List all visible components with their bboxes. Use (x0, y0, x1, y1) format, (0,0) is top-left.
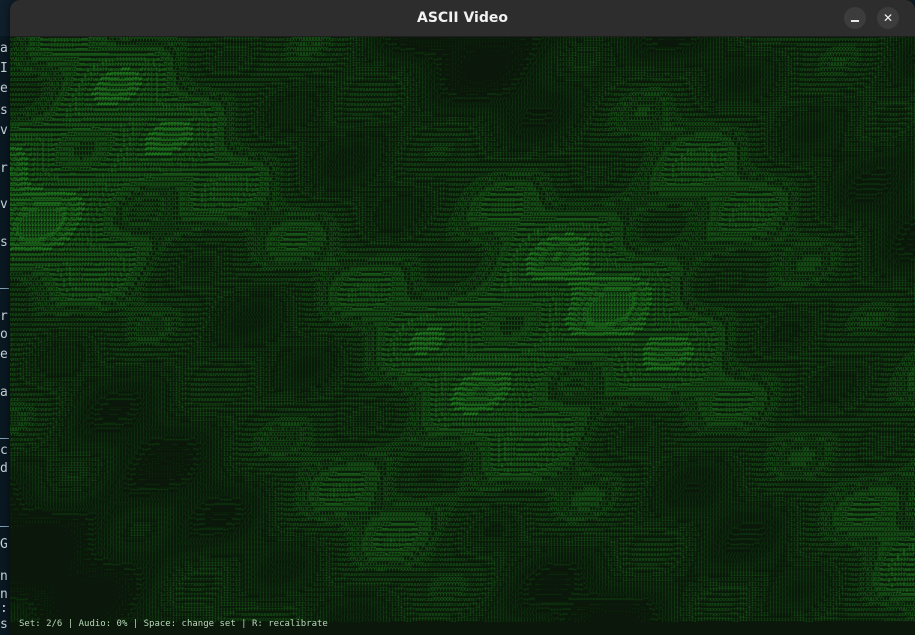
bg-letter: r (0, 161, 8, 176)
minimize-icon (851, 20, 859, 22)
bg-letter: c (0, 443, 8, 458)
title-bar[interactable]: ASCII Video ✕ (10, 0, 915, 37)
background-text-strip: a I e s v r v s r o e a c d G n n : s (0, 36, 10, 635)
bg-letter: s (0, 235, 8, 250)
bg-letter: d (0, 461, 8, 476)
ascii-video-frame (10, 37, 915, 635)
bg-letter: n (0, 569, 8, 584)
bg-letter: r (0, 309, 8, 324)
bg-divider (0, 288, 9, 289)
bg-letter: G (0, 537, 8, 552)
minimize-button[interactable] (844, 7, 866, 29)
close-icon: ✕ (882, 11, 894, 25)
bg-letter: o (0, 327, 8, 342)
bg-letter: s (0, 103, 8, 118)
window-title: ASCII Video (416, 10, 508, 26)
ascii-art-canvas (10, 37, 915, 635)
bg-letter: a (0, 385, 8, 400)
bg-letter: s (0, 617, 8, 632)
bg-letter: v (0, 197, 8, 212)
close-button[interactable]: ✕ (877, 7, 899, 29)
bg-letter: e (0, 81, 8, 96)
status-bar: Set: 2/6 | Audio: 0% | Space: change set… (19, 619, 328, 629)
bg-letter: v (0, 123, 8, 138)
bg-letter: I (0, 61, 8, 76)
bg-letter: : (0, 601, 8, 616)
ascii-video-window: ASCII Video ✕ Set: 2/6 | Audio: 0% | Spa… (10, 0, 915, 635)
bg-letter: n (0, 587, 8, 602)
bg-divider (0, 526, 9, 527)
bg-divider (0, 438, 9, 439)
bg-letter: a (0, 41, 8, 56)
bg-letter: e (0, 347, 8, 362)
